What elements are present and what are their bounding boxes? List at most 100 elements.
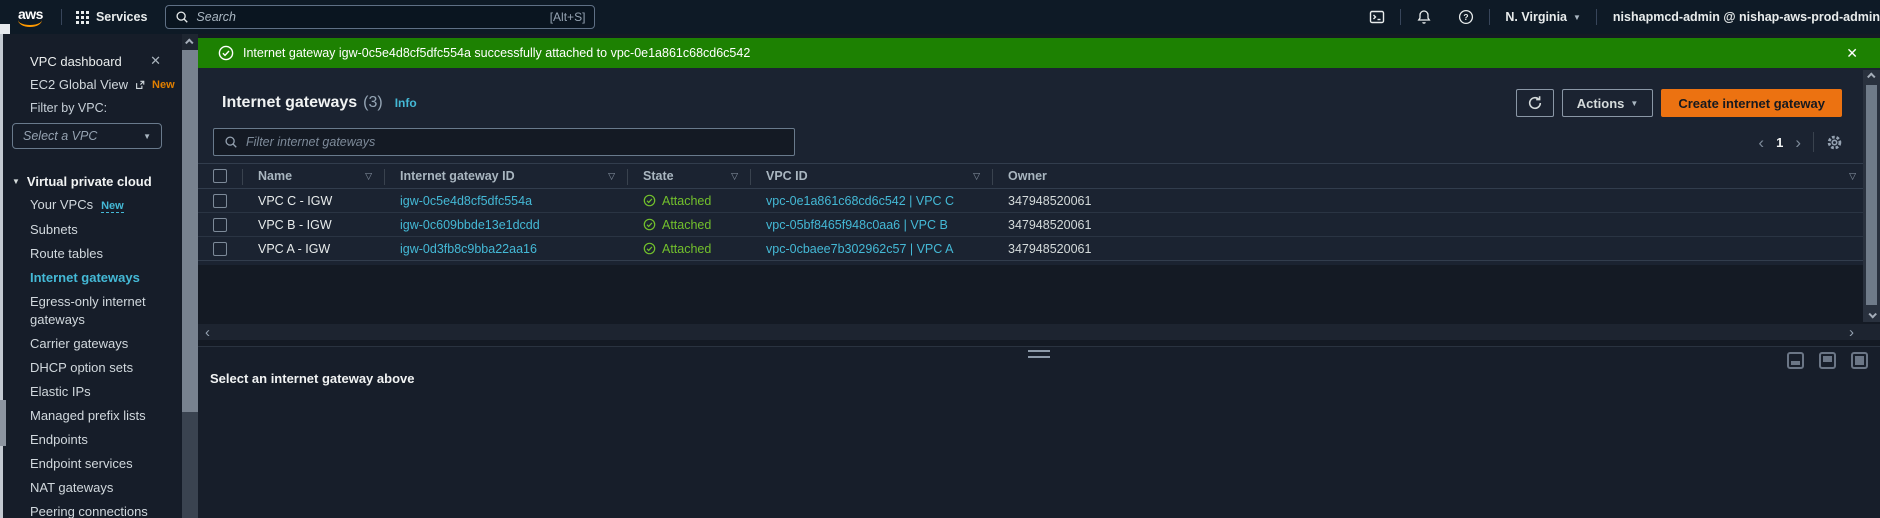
resource-count: (3) xyxy=(363,94,383,112)
panel-position-bottom-icon[interactable] xyxy=(1787,352,1804,369)
next-page-button[interactable]: › xyxy=(1795,134,1801,151)
column-header-vpc-id[interactable]: VPC ID ▽ xyxy=(750,164,992,188)
refresh-button[interactable] xyxy=(1516,89,1554,117)
chevron-down-icon: ▼ xyxy=(1573,13,1581,22)
sort-icon[interactable]: ▽ xyxy=(1849,171,1856,182)
vertical-scrollbar-thumb[interactable] xyxy=(1866,85,1877,305)
global-search[interactable]: [Alt+S] xyxy=(165,5,595,29)
filter-by-vpc-label: Filter by VPC: xyxy=(0,96,182,118)
scroll-down-arrow-icon[interactable] xyxy=(1863,312,1880,318)
sidebar-item-carrier-gateways[interactable]: Carrier gateways xyxy=(0,332,182,356)
cloudshell-icon xyxy=(1369,9,1385,25)
settings-gear-icon[interactable] xyxy=(1826,134,1843,151)
column-header-state[interactable]: State ▽ xyxy=(627,164,750,188)
filter-input[interactable] xyxy=(246,135,784,149)
vpc-id-link[interactable]: vpc-05bf8465f948c0aa6 | VPC B xyxy=(766,218,948,232)
sort-icon[interactable]: ▽ xyxy=(973,171,980,182)
table-vertical-scrollbar[interactable] xyxy=(1863,70,1880,322)
sort-icon[interactable]: ▽ xyxy=(608,171,615,182)
sidebar-title[interactable]: VPC dashboard xyxy=(30,54,122,69)
search-input[interactable] xyxy=(196,10,542,24)
scroll-up-arrow-icon[interactable] xyxy=(1863,73,1880,79)
table-row[interactable]: VPC B - IGW igw-0c609bbde13e1dcdd Attach… xyxy=(198,213,1880,237)
column-header-igw-id[interactable]: Internet gateway ID ▽ xyxy=(384,164,627,188)
divider xyxy=(1813,132,1814,152)
services-menu[interactable]: Services xyxy=(76,10,147,24)
sort-icon[interactable]: ▽ xyxy=(365,171,372,182)
previous-page-button[interactable]: ‹ xyxy=(1758,134,1764,151)
sidebar-scrollbar[interactable] xyxy=(182,34,198,518)
sidebar-item-managed-prefix-lists[interactable]: Managed prefix lists xyxy=(0,404,182,428)
row-checkbox[interactable] xyxy=(213,218,227,232)
igw-id-link[interactable]: igw-0d3fb8c9bba22aa16 xyxy=(400,242,537,256)
vpc-sidebar: VPC dashboard ✕ EC2 Global View New Filt… xyxy=(0,34,182,518)
column-header-name[interactable]: Name ▽ xyxy=(242,164,384,188)
sidebar-item-endpoint-services[interactable]: Endpoint services xyxy=(0,452,182,476)
main-content: Internet gateway igw-0c5e4d8cf5dfc554a s… xyxy=(198,34,1880,518)
divider xyxy=(61,9,62,25)
state-cell: Attached xyxy=(627,194,750,208)
row-checkbox[interactable] xyxy=(213,242,227,256)
sidebar-close-icon[interactable]: ✕ xyxy=(150,53,161,69)
sidebar-item-your-vpcs[interactable]: Your VPCsNew xyxy=(0,193,182,218)
state-cell: Attached xyxy=(627,218,750,232)
account-menu[interactable]: nishapmcd-admin @ nishap-aws-prod-admin xyxy=(1599,10,1880,24)
svg-text:?: ? xyxy=(1464,12,1469,22)
panel-position-side-icon[interactable] xyxy=(1819,352,1836,369)
search-shortcut: [Alt+S] xyxy=(550,10,586,24)
sidebar-item-elastic-ips[interactable]: Elastic IPs xyxy=(0,380,182,404)
sort-icon[interactable]: ▽ xyxy=(731,171,738,182)
sidebar-item-route-tables[interactable]: Route tables xyxy=(0,242,182,266)
table-header-row: Name ▽ Internet gateway ID ▽ State ▽ VPC… xyxy=(198,163,1880,189)
scroll-right-icon[interactable]: › xyxy=(1849,325,1854,340)
sidebar-item-endpoints[interactable]: Endpoints xyxy=(0,428,182,452)
state-label: Attached xyxy=(662,194,711,208)
sidebar-item-dhcp-option-sets[interactable]: DHCP option sets xyxy=(0,356,182,380)
top-navigation-bar: aws Services [Alt+S] xyxy=(0,0,1880,34)
banner-close-icon[interactable]: ✕ xyxy=(1846,45,1858,62)
section-virtual-private-cloud[interactable]: ▼ Virtual private cloud xyxy=(0,169,182,193)
table-horizontal-scrollbar[interactable]: ‹ › xyxy=(198,324,1880,340)
split-panel-drag-handle[interactable] xyxy=(1028,350,1050,358)
select-all-checkbox[interactable] xyxy=(213,169,227,183)
actions-button[interactable]: Actions ▼ xyxy=(1562,89,1654,117)
left-edge-scrollbar-thumb[interactable] xyxy=(0,400,6,446)
row-checkbox[interactable] xyxy=(213,194,227,208)
search-icon xyxy=(175,10,189,24)
sidebar-item-egress-only-internet-gateways[interactable]: Egress-only internet gateways xyxy=(0,290,182,332)
igw-id-link[interactable]: igw-0c5e4d8cf5dfc554a xyxy=(400,194,532,208)
igw-id-link[interactable]: igw-0c609bbde13e1dcdd xyxy=(400,218,540,232)
panel-position-full-icon[interactable] xyxy=(1851,352,1868,369)
ec2-global-view-link[interactable]: EC2 Global View New xyxy=(0,73,182,96)
refresh-icon xyxy=(1527,95,1543,111)
help-button[interactable]: ? xyxy=(1445,9,1487,25)
aws-logo[interactable]: aws xyxy=(18,8,43,27)
sidebar-scrollbar-thumb[interactable] xyxy=(182,50,198,412)
column-header-owner[interactable]: Owner ▽ xyxy=(992,164,1880,188)
table-row[interactable]: VPC A - IGW igw-0d3fb8c9bba22aa16 Attach… xyxy=(198,237,1880,261)
filter-input-container[interactable] xyxy=(213,128,795,156)
vpc-id-link[interactable]: vpc-0e1a861c68cd6c542 | VPC C xyxy=(766,194,954,208)
page-number[interactable]: 1 xyxy=(1776,135,1783,150)
scroll-left-icon[interactable]: ‹ xyxy=(205,325,210,340)
scroll-up-arrow-icon[interactable] xyxy=(182,34,198,50)
igw-name-cell: VPC B - IGW xyxy=(242,218,384,232)
divider xyxy=(1596,9,1597,25)
page-title: Internet gateways xyxy=(222,94,357,112)
info-link[interactable]: Info xyxy=(395,96,417,110)
cloudshell-button[interactable] xyxy=(1356,9,1398,25)
bell-icon xyxy=(1416,9,1432,25)
vpc-select-dropdown[interactable]: Select a VPC ▼ xyxy=(12,123,162,149)
divider xyxy=(1400,9,1401,25)
sidebar-item-internet-gateways[interactable]: Internet gateways xyxy=(0,266,182,290)
create-internet-gateway-button[interactable]: Create internet gateway xyxy=(1661,89,1842,117)
vpc-id-link[interactable]: vpc-0cbaee7b302962c57 | VPC A xyxy=(766,242,953,256)
sidebar-item-nat-gateways[interactable]: NAT gateways xyxy=(0,476,182,500)
table-row[interactable]: VPC C - IGW igw-0c5e4d8cf5dfc554a Attach… xyxy=(198,189,1880,213)
sidebar-item-subnets[interactable]: Subnets xyxy=(0,218,182,242)
notifications-button[interactable] xyxy=(1403,9,1445,25)
success-check-icon xyxy=(218,45,234,61)
aws-smile-icon xyxy=(18,20,42,27)
sidebar-item-peering-connections[interactable]: Peering connections xyxy=(0,500,182,518)
region-selector[interactable]: N. Virginia ▼ xyxy=(1492,10,1594,24)
